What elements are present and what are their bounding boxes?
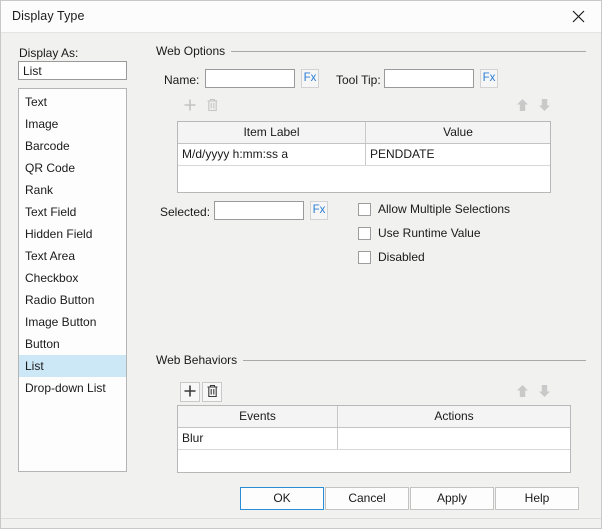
use-runtime-value-checkbox[interactable]: Use Runtime Value <box>358 226 481 240</box>
list-item[interactable]: Hidden Field <box>19 223 126 245</box>
list-item[interactable]: Image Button <box>19 311 126 333</box>
selected-input[interactable] <box>214 201 304 220</box>
options-delete-button[interactable] <box>202 96 222 116</box>
behaviors-move-down-button[interactable] <box>534 382 554 402</box>
close-icon <box>572 10 585 23</box>
list-item[interactable]: Checkbox <box>19 267 126 289</box>
options-add-button[interactable] <box>180 96 200 116</box>
close-button[interactable] <box>556 1 601 32</box>
options-move-up-button[interactable] <box>512 96 532 116</box>
apply-button[interactable]: Apply <box>410 487 494 510</box>
list-item[interactable]: QR Code <box>19 157 126 179</box>
tooltip-label: Tool Tip: <box>336 73 381 87</box>
column-header-events: Events <box>178 406 338 427</box>
options-move-down-button[interactable] <box>534 96 554 116</box>
table-header-row: Item Label Value <box>178 122 550 144</box>
selected-label: Selected: <box>160 205 211 219</box>
behaviors-delete-button[interactable] <box>202 382 222 402</box>
checkbox-label: Disabled <box>378 250 425 264</box>
ok-button[interactable]: OK <box>240 487 324 510</box>
name-fx-button[interactable]: Fx <box>301 69 319 88</box>
selected-fx-button[interactable]: Fx <box>310 201 328 220</box>
list-item[interactable]: Text <box>19 91 126 113</box>
list-item[interactable]: Image <box>19 113 126 135</box>
column-header-value: Value <box>443 125 473 139</box>
checkbox-box[interactable] <box>358 250 371 264</box>
list-item[interactable]: Radio Button <box>19 289 126 311</box>
checkbox-label: Use Runtime Value <box>378 226 481 240</box>
list-item[interactable]: Drop-down List <box>19 377 126 399</box>
web-options-group-rule <box>225 51 586 52</box>
trash-icon <box>206 384 219 401</box>
column-header-item-label: Item Label <box>178 122 366 143</box>
name-label: Name: <box>164 73 200 87</box>
checkbox-label: Allow Multiple Selections <box>378 202 511 216</box>
trash-icon <box>206 98 219 115</box>
title-bar: Display Type <box>1 1 601 33</box>
cell-event[interactable]: Blur <box>178 428 338 449</box>
behaviors-add-button[interactable] <box>180 382 200 402</box>
checkbox-box[interactable] <box>358 202 371 216</box>
footer-separator <box>1 518 601 519</box>
web-behaviors-group-title: Web Behaviors <box>156 353 244 367</box>
allow-multiple-selections-checkbox[interactable]: Allow Multiple Selections <box>358 202 510 216</box>
tooltip-fx-button[interactable]: Fx <box>480 69 498 88</box>
cell-empty[interactable] <box>178 450 570 474</box>
list-item[interactable]: Rank <box>19 179 126 201</box>
table-row[interactable]: M/d/yyyy h:mm:ss a PENDDATE <box>178 144 550 166</box>
arrow-up-icon <box>516 98 529 115</box>
cancel-button[interactable]: Cancel <box>325 487 409 510</box>
table-empty-row[interactable] <box>178 450 570 474</box>
disabled-checkbox[interactable]: Disabled <box>358 250 425 264</box>
arrow-down-icon <box>538 384 551 401</box>
table-row[interactable]: Blur <box>178 428 570 450</box>
display-as-input[interactable] <box>18 61 127 80</box>
cell-empty[interactable] <box>178 166 550 194</box>
name-input[interactable] <box>205 69 295 88</box>
list-item[interactable]: Text Area <box>19 245 126 267</box>
column-header-actions: Actions <box>434 409 474 423</box>
events-actions-table[interactable]: Events Actions Blur <box>177 405 571 473</box>
cell-value[interactable]: PENDDATE <box>366 144 550 165</box>
arrow-up-icon <box>516 384 529 401</box>
table-header-row: Events Actions <box>178 406 570 428</box>
window-title: Display Type <box>12 9 85 23</box>
display-type-list[interactable]: Text Image Barcode QR Code Rank Text Fie… <box>18 88 127 472</box>
web-options-group-title: Web Options <box>156 44 232 58</box>
checkbox-box[interactable] <box>358 226 371 240</box>
display-as-label: Display As: <box>19 46 79 60</box>
cell-action[interactable] <box>338 428 570 449</box>
cell-item-label[interactable]: M/d/yyyy h:mm:ss a <box>178 144 366 165</box>
arrow-down-icon <box>538 98 551 115</box>
list-item-selected[interactable]: List <box>19 355 126 377</box>
behaviors-move-up-button[interactable] <box>512 382 532 402</box>
plus-icon <box>183 98 197 115</box>
list-item[interactable]: Text Field <box>19 201 126 223</box>
web-behaviors-group-rule <box>240 360 586 361</box>
table-empty-row[interactable] <box>178 166 550 194</box>
tooltip-input[interactable] <box>384 69 474 88</box>
item-value-table[interactable]: Item Label Value M/d/yyyy h:mm:ss a PEND… <box>177 121 551 193</box>
help-button[interactable]: Help <box>495 487 579 510</box>
list-item[interactable]: Barcode <box>19 135 126 157</box>
list-item[interactable]: Button <box>19 333 126 355</box>
plus-icon <box>183 384 197 401</box>
